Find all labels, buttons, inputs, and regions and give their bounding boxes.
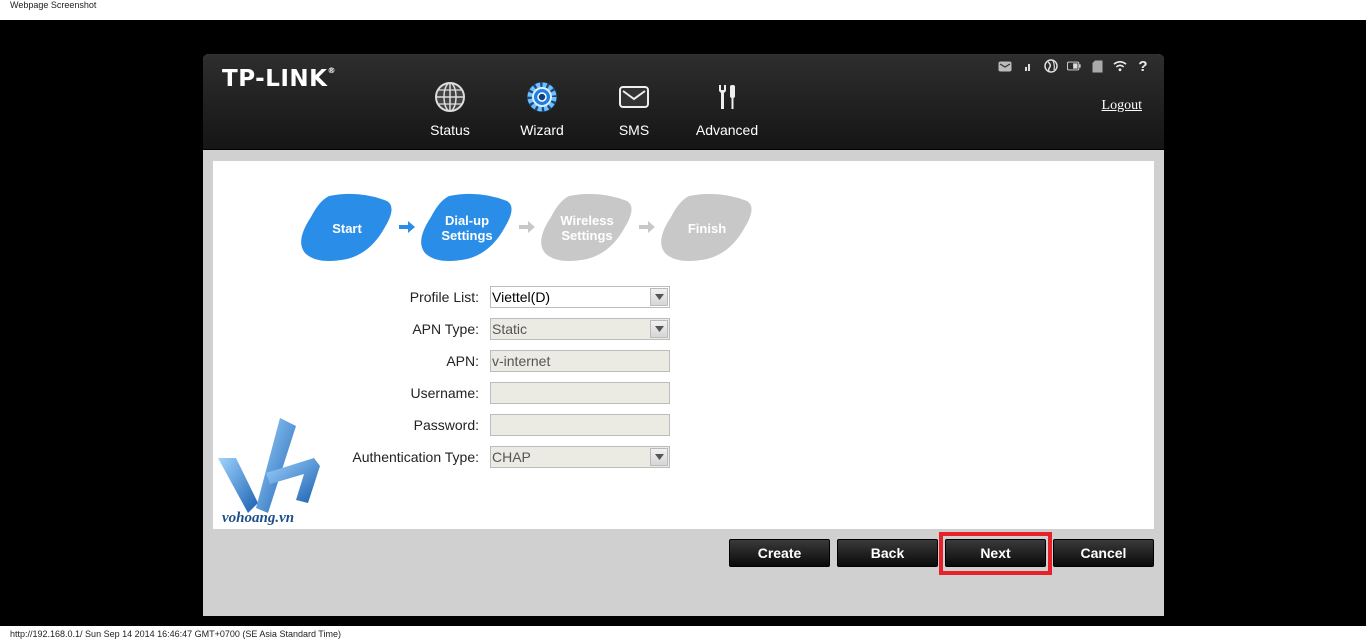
password-label: Password: — [413, 417, 479, 433]
chevron-down-icon[interactable] — [650, 448, 668, 466]
nav-advanced[interactable]: Advanced — [687, 80, 767, 138]
vohoang-watermark-logo: vohoang.vn — [218, 418, 328, 528]
nav-label: Advanced — [695, 122, 759, 138]
auth-type-row: Authentication Type: CHAP — [213, 446, 1154, 468]
header-bar: TP-LINK® Status Wizard SMS Advanced ? Lo… — [203, 54, 1164, 150]
step-label: Dial-up Settings — [441, 213, 493, 243]
profile-list-label: Profile List: — [409, 289, 479, 305]
step-label: Start — [332, 220, 362, 236]
apn-input[interactable]: v-internet — [490, 350, 670, 372]
back-button[interactable]: Back — [837, 539, 938, 567]
step-dial-up-settings: Dial-up Settings — [419, 193, 515, 263]
step-arrow-icon — [519, 221, 535, 233]
status-icon-bar: ? — [998, 58, 1150, 75]
chevron-down-icon[interactable] — [650, 320, 668, 338]
profile-list-row: Profile List: Viettel(D) — [213, 286, 1154, 308]
apn-label: APN: — [446, 353, 479, 369]
globe-icon — [433, 80, 467, 114]
wizard-panel: Start Dial-up Settings Wireless Settings F… — [213, 161, 1154, 529]
apn-type-value: Static — [492, 321, 528, 337]
nav-label: SMS — [618, 122, 650, 138]
profile-list-select[interactable]: Viettel(D) — [490, 286, 670, 308]
apn-type-row: APN Type: Static — [213, 318, 1154, 340]
chevron-down-icon[interactable] — [650, 288, 668, 306]
logout-link[interactable]: Logout — [1102, 98, 1142, 114]
step-arrow-icon — [399, 221, 415, 233]
wifi-icon — [1113, 59, 1127, 73]
gear-icon — [525, 80, 559, 114]
envelope-icon — [617, 80, 651, 114]
apn-type-label: APN Type: — [412, 321, 479, 337]
auth-type-label: Authentication Type: — [352, 449, 479, 465]
step-label: Wireless Settings — [560, 213, 614, 243]
router-admin-window: TP-LINK® Status Wizard SMS Advanced ? Lo… — [203, 54, 1164, 616]
internet-globe-icon — [1044, 59, 1058, 73]
nav-label: Status — [430, 122, 470, 138]
step-start: Start — [299, 193, 395, 263]
apn-row: APN: v-internet — [213, 350, 1154, 372]
nav-status[interactable]: Status — [410, 80, 490, 138]
step-wireless-settings: Wireless Settings — [539, 193, 635, 263]
profile-list-value: Viettel(D) — [492, 289, 551, 305]
password-input[interactable] — [490, 414, 670, 436]
tp-link-logo: TP-LINK® — [222, 66, 336, 92]
auth-type-select[interactable]: CHAP — [490, 446, 670, 468]
cancel-button[interactable]: Cancel — [1053, 539, 1154, 567]
mail-icon[interactable] — [998, 59, 1012, 73]
step-label: Finish — [687, 220, 727, 236]
password-row: Password: — [213, 414, 1154, 436]
watermark-text: vohoang.vn — [222, 510, 295, 526]
nav-wizard[interactable]: Wizard — [502, 80, 582, 138]
status-url-caption: http://192.168.0.1/ Sun Sep 14 2014 16:4… — [10, 629, 341, 639]
next-button-highlight — [939, 532, 1052, 575]
nav-label: Wizard — [520, 122, 564, 138]
screenshot-caption: Webpage Screenshot — [10, 0, 97, 10]
step-finish: Finish — [659, 193, 755, 263]
apn-type-select[interactable]: Static — [490, 318, 670, 340]
auth-type-value: CHAP — [492, 449, 531, 465]
username-label: Username: — [410, 385, 479, 401]
battery-icon — [1067, 59, 1081, 73]
username-row: Username: — [213, 382, 1154, 404]
help-icon[interactable]: ? — [1136, 58, 1150, 75]
username-input[interactable] — [490, 382, 670, 404]
nav-sms[interactable]: SMS — [594, 80, 674, 138]
tools-icon — [710, 80, 744, 114]
step-arrow-icon — [639, 221, 655, 233]
signal-icon — [1021, 59, 1035, 73]
sd-card-icon — [1090, 59, 1104, 73]
create-button[interactable]: Create — [729, 539, 830, 567]
